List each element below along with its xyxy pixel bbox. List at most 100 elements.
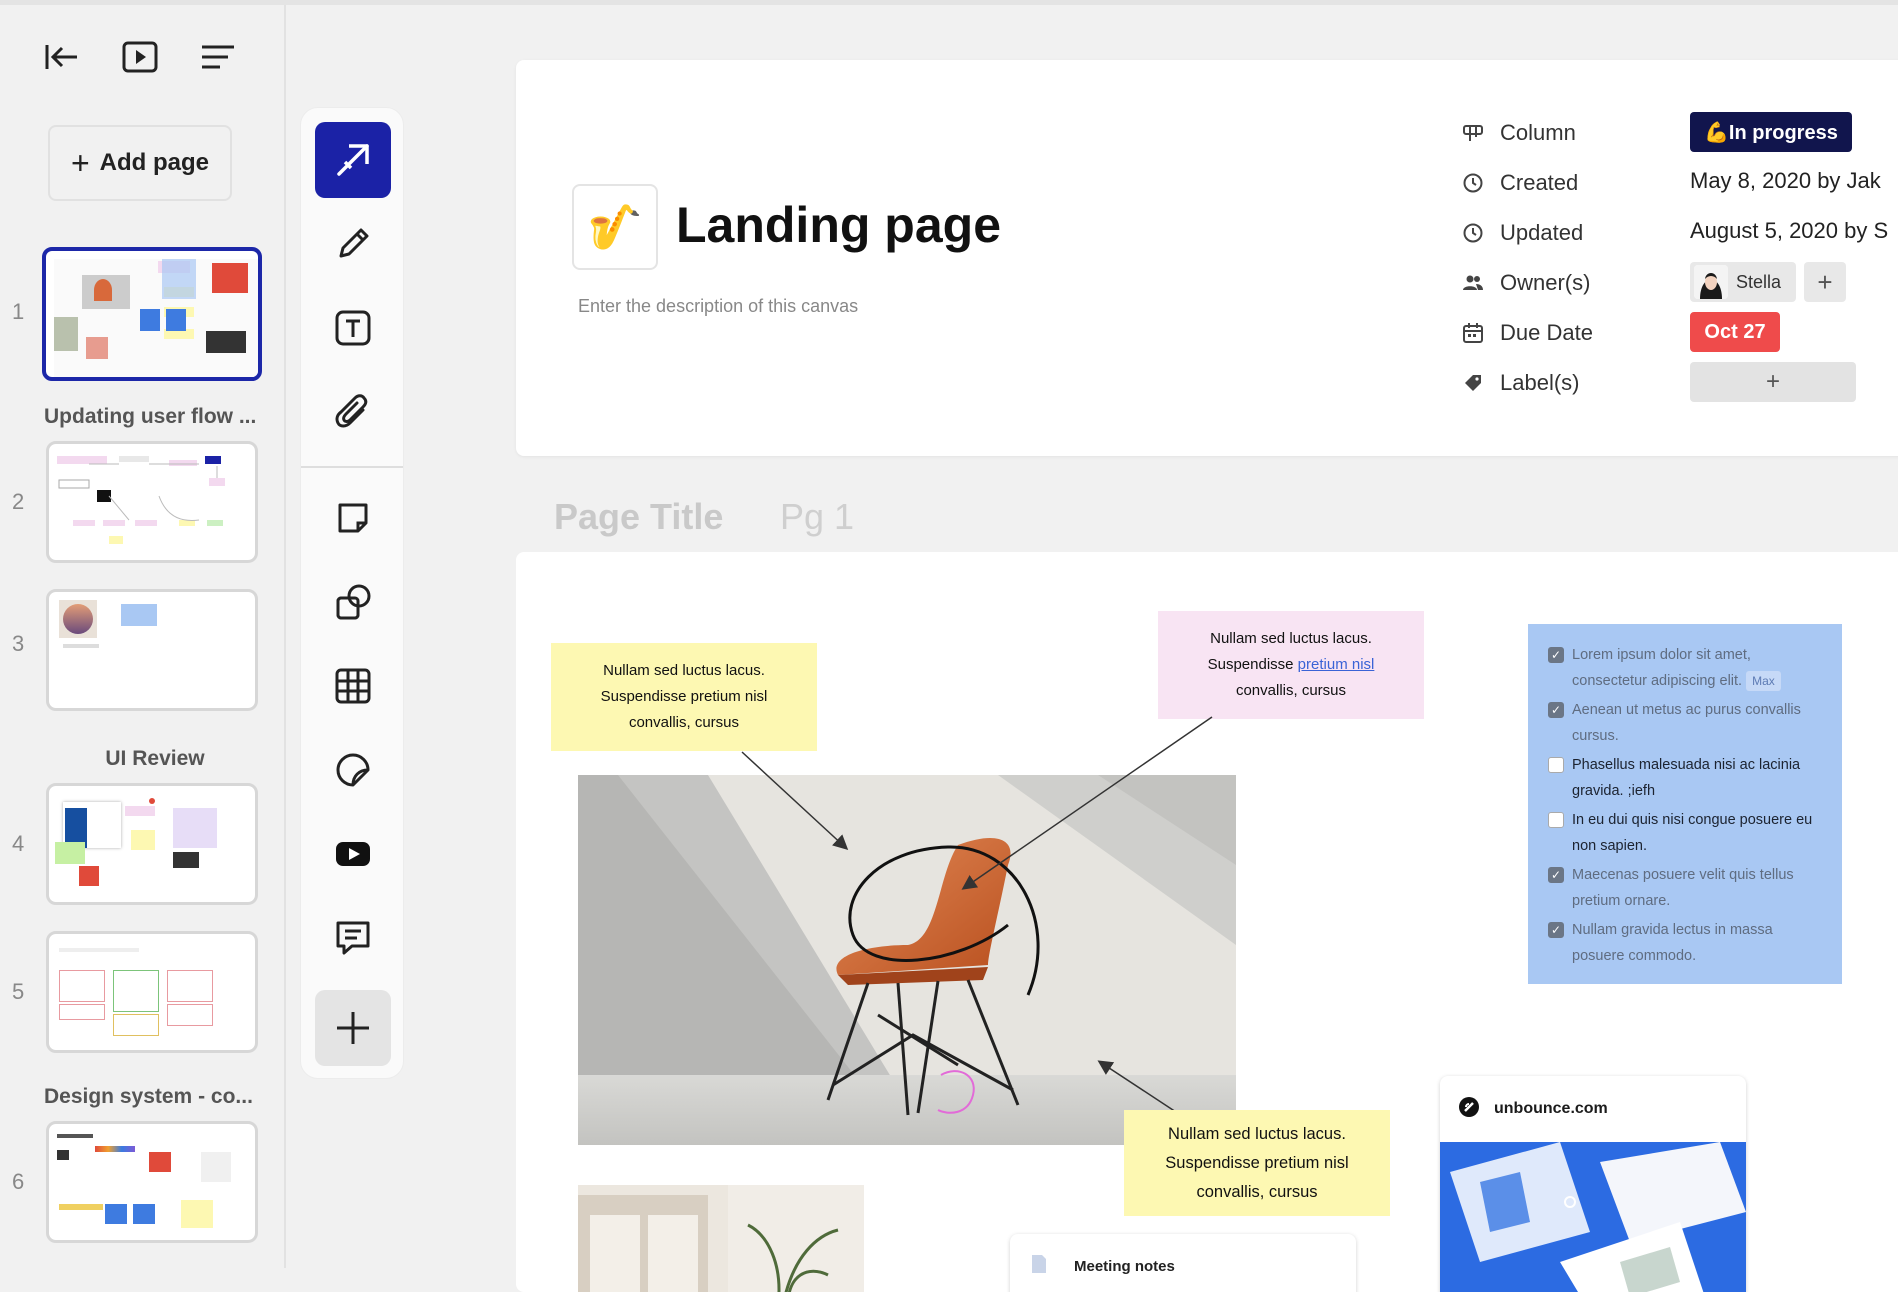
owner-chip[interactable]: Stella <box>1690 262 1796 302</box>
page-thumbnail-4[interactable] <box>46 783 258 905</box>
attachment-tool[interactable] <box>315 374 391 450</box>
clock-icon <box>1462 222 1490 244</box>
sticky-note-icon <box>338 503 368 533</box>
plus-icon: + <box>70 145 90 181</box>
canvas-description-input[interactable]: Enter the description of this canvas <box>578 296 858 317</box>
checklist-item[interactable]: In eu dui quis nisi congue posuere eu no… <box>1548 807 1822 859</box>
shapes-tool[interactable] <box>315 564 391 640</box>
present-icon[interactable] <box>118 35 162 79</box>
document-icon <box>1030 1254 1048 1279</box>
sticky-text: convallis, cursus <box>1196 1182 1318 1201</box>
text-icon <box>335 310 371 346</box>
page-title[interactable]: Page Title <box>554 496 723 538</box>
labels-label: Label(s) <box>1500 370 1580 395</box>
created-value: May 8, 2020 by Jak <box>1690 168 1881 193</box>
comment-tool[interactable] <box>315 900 391 976</box>
column-label: Column <box>1500 120 1576 145</box>
property-updated: Updated <box>1462 218 1583 248</box>
canvas-toolbar <box>300 107 404 1079</box>
property-labels: Label(s) <box>1462 368 1579 398</box>
page-title-6: Design system - co... <box>44 1085 253 1108</box>
room-photo[interactable] <box>578 1185 864 1292</box>
whiteboard-canvas[interactable]: Nullam sed luctus lacus. Suspendisse pre… <box>516 552 1898 1292</box>
page-title-4: UI Review <box>105 747 205 770</box>
add-page-label: Add page <box>99 149 210 176</box>
unbounce-logo-icon <box>1458 1096 1480 1123</box>
page-number: 5 <box>12 979 25 1004</box>
page-number: 1 <box>12 299 25 324</box>
outline-menu-icon[interactable] <box>196 35 240 79</box>
add-tool-button[interactable] <box>315 990 391 1066</box>
due-date-badge[interactable]: Oct 27 <box>1690 312 1780 352</box>
checkbox-checked-icon[interactable]: ✓ <box>1548 647 1564 663</box>
updated-value: August 5, 2020 by S <box>1690 218 1889 243</box>
meeting-notes-title: Meeting notes <box>1074 1258 1175 1275</box>
page-number: 3 <box>12 631 25 656</box>
tag-icon <box>1462 372 1490 394</box>
property-created: Created <box>1462 168 1578 198</box>
page-thumbnail-1[interactable] <box>42 247 262 381</box>
owner-name: Stella <box>1736 271 1782 292</box>
calendar-icon <box>1462 322 1490 344</box>
video-tool[interactable] <box>315 816 391 892</box>
page-number-label: Pg 1 <box>780 496 855 537</box>
page-thumbnail-5[interactable] <box>46 931 258 1053</box>
checklist-item[interactable]: Phasellus malesuada nisi ac lacinia grav… <box>1548 752 1822 804</box>
shapes-icon <box>336 584 371 620</box>
checklist-item[interactable]: ✓ Lorem ipsum dolor sit amet, consectetu… <box>1548 642 1822 694</box>
column-icon <box>1462 123 1490 143</box>
add-owner-button[interactable]: + <box>1804 262 1846 302</box>
page-number: 4 <box>12 831 25 856</box>
link-preview-card[interactable]: unbounce.com <box>1440 1076 1746 1292</box>
checklist-item-text: Nullam gravida lectus in massa posuere c… <box>1572 922 1773 964</box>
created-label: Created <box>1500 170 1579 195</box>
assignee-tag[interactable]: Max <box>1746 671 1781 691</box>
canvas-header-card: 🎷 Landing page Enter the description of … <box>516 60 1898 456</box>
pencil-tool[interactable] <box>315 206 391 282</box>
text-tool[interactable] <box>315 290 391 366</box>
page-number: 2 <box>12 489 25 514</box>
collapse-sidebar-icon[interactable] <box>40 35 84 79</box>
checklist-card[interactable]: ✓ Lorem ipsum dolor sit amet, consectetu… <box>1528 624 1842 984</box>
checklist-item-text: Phasellus malesuada nisi ac lacinia grav… <box>1572 757 1801 799</box>
page-thumbnail-6[interactable] <box>46 1121 258 1243</box>
due-date-label: Due Date <box>1500 320 1593 345</box>
sticky-note-yellow-bottom[interactable]: Nullam sed luctus lacus. Suspendisse pre… <box>1124 1110 1390 1216</box>
page-thumbnail-3[interactable] <box>46 589 258 711</box>
connector-arrows <box>741 716 1213 1113</box>
video-icon <box>336 842 370 866</box>
add-page-button[interactable]: + Add page <box>48 125 232 201</box>
checkbox-unchecked-icon[interactable] <box>1548 812 1564 828</box>
link-domain: unbounce.com <box>1494 1100 1608 1117</box>
checklist-item[interactable]: ✓ Nullam gravida lectus in massa posuere… <box>1548 917 1822 969</box>
link-preview-image <box>1440 1142 1746 1292</box>
canvas-emoji[interactable]: 🎷 <box>572 184 658 270</box>
checkbox-checked-icon[interactable]: ✓ <box>1548 702 1564 718</box>
updated-label: Updated <box>1500 220 1584 245</box>
meeting-notes-card[interactable]: Meeting notes <box>1010 1234 1356 1292</box>
sticky-note-tool[interactable] <box>315 480 391 556</box>
canvas-title[interactable]: Landing page <box>676 196 1001 254</box>
checklist-item-text: Lorem ipsum dolor sit amet, consectetur … <box>1572 647 1751 689</box>
checkbox-unchecked-icon[interactable] <box>1548 757 1564 773</box>
page-thumbnail-2[interactable] <box>46 441 258 563</box>
add-label-button[interactable]: + <box>1690 362 1856 402</box>
pages-sidebar: + Add page 1 Updating user flow ... 2 3 … <box>0 5 286 1268</box>
checkbox-checked-icon[interactable]: ✓ <box>1548 922 1564 938</box>
sticky-text: Suspendisse pretium nisl <box>1165 1153 1349 1172</box>
sticker-tool[interactable] <box>315 732 391 808</box>
plus-icon <box>337 1012 369 1044</box>
people-icon <box>1462 273 1490 293</box>
checklist-item-text: In eu dui quis nisi congue posuere eu no… <box>1572 812 1813 854</box>
select-tool[interactable] <box>315 122 391 198</box>
checklist-item[interactable]: ✓ Maecenas posuere velit quis tellus pre… <box>1548 862 1822 914</box>
avatar <box>1694 265 1728 299</box>
column-status-badge[interactable]: 💪In progress <box>1690 112 1852 152</box>
checklist-item[interactable]: ✓ Aenean ut metus ac purus convallis cur… <box>1548 697 1822 749</box>
page-number: 6 <box>12 1169 25 1194</box>
checklist-item-text: Maecenas posuere velit quis tellus preti… <box>1572 867 1794 909</box>
page-title-2: Updating user flow ... <box>44 405 257 428</box>
checkbox-checked-icon[interactable]: ✓ <box>1548 867 1564 883</box>
table-tool[interactable] <box>315 648 391 724</box>
clock-icon <box>1462 172 1490 194</box>
